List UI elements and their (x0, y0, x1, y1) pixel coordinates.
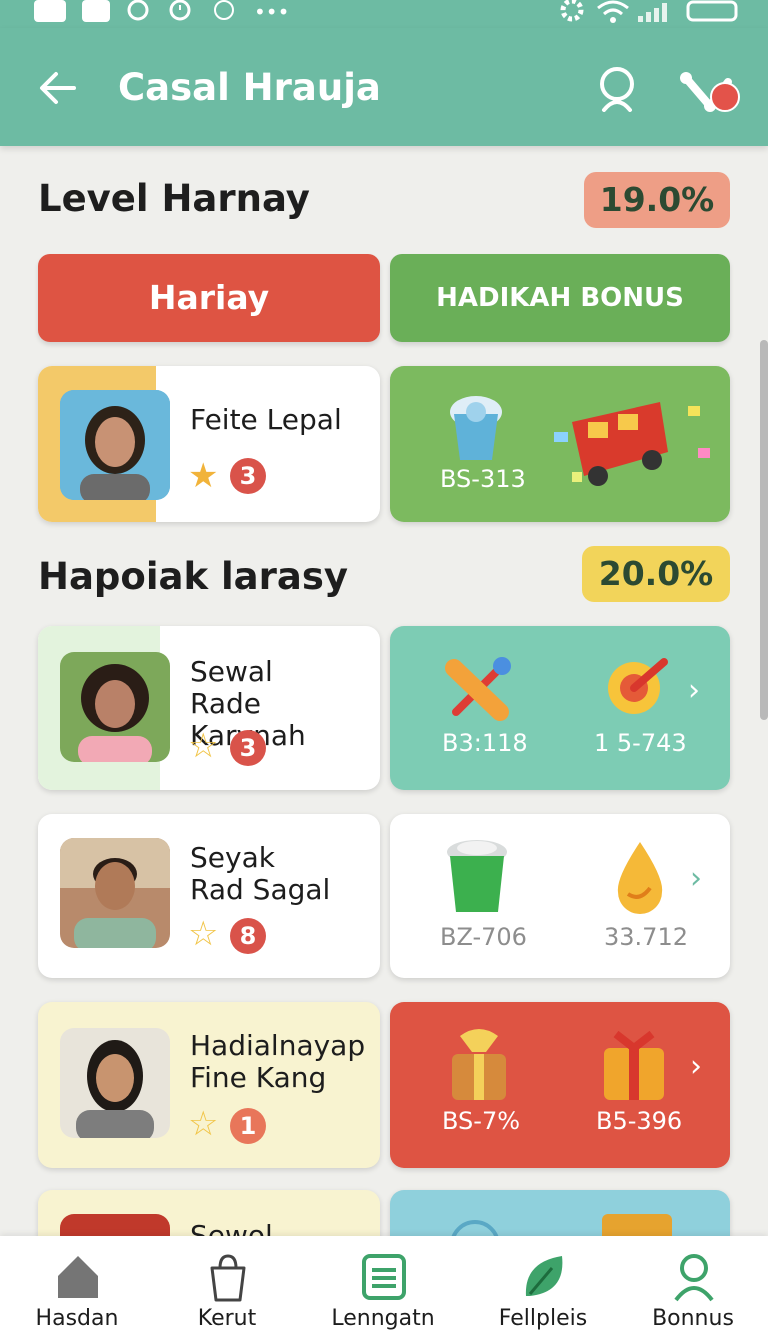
rank-badge: 1 (230, 1108, 266, 1144)
drop-icon (617, 842, 663, 914)
happy-percent-badge: 20.0% (582, 546, 730, 602)
reward-left-label: BZ-706 (440, 923, 527, 951)
search-icon[interactable] (594, 64, 640, 112)
gift-box-icon (452, 1029, 506, 1100)
nav-bonnus[interactable]: Bonnus (618, 1236, 768, 1344)
tab-bonus[interactable]: HADIKAH BONUS (390, 254, 730, 342)
nav-home[interactable]: Hasdan (2, 1236, 152, 1344)
reward-card[interactable]: B3:118 1 5-743 › (390, 626, 730, 790)
reward-card[interactable]: BZ-706 33.712 › (390, 814, 730, 978)
alarm-icon (169, 0, 191, 21)
nav-label: Hasdan (35, 1306, 119, 1331)
signal-icon (638, 3, 667, 22)
reward-right-label: 33.712 (604, 923, 688, 951)
home-icon (58, 1256, 98, 1298)
settings-gear-icon (560, 0, 584, 22)
star-icon: ☆ (188, 914, 219, 954)
list-item[interactable]: Hadialnayap Fine Kang ☆ 1 (38, 1002, 380, 1168)
player-name-line1: Hadialnayap (190, 1029, 366, 1062)
player-name-line1: Seyak (190, 841, 275, 874)
wifi-icon (597, 0, 629, 23)
reward-card[interactable]: BS-7% B5-396 › (390, 1002, 730, 1168)
nav-kerut[interactable]: Kerut (152, 1236, 302, 1344)
player-name: Feite Lepal (190, 403, 342, 436)
chevron-right-icon[interactable]: › (688, 674, 700, 708)
arrow-left-icon[interactable] (36, 66, 80, 110)
rank-badge: 3 (230, 458, 266, 494)
person-icon (674, 1254, 714, 1302)
nav-label: Lenngatn (331, 1306, 435, 1331)
star-icon: ☆ (188, 726, 219, 766)
bus-icon (554, 402, 710, 486)
reward-left-label: B3:118 (442, 729, 528, 757)
avatar (60, 838, 170, 948)
star-icon: ★ (188, 456, 219, 496)
bottom-nav: Hasdan Kerut Lenngatn Fellpleis Bonnus (0, 1236, 768, 1344)
target-icon (608, 658, 668, 714)
happy-section-title: Hapoiak larasy (38, 555, 348, 598)
avatar (60, 390, 170, 500)
page-title: Casal Hrauja (118, 66, 381, 109)
nav-label: Fellpleis (498, 1306, 588, 1331)
list-item[interactable]: Sewal Rade Karynah ☆ 3 (38, 626, 380, 790)
more-dots-icon: ••• (254, 0, 290, 24)
rank-badge: 8 (230, 918, 266, 954)
plus-box-icon (82, 0, 110, 22)
rank-badge: 3 (230, 730, 266, 766)
nav-label: Bonnus (652, 1306, 734, 1331)
star-icon: ☆ (188, 1104, 219, 1144)
tab-hariay[interactable]: Hariay (38, 254, 380, 342)
player-name-line2: Fine Kang (190, 1061, 327, 1094)
circle-icon (127, 0, 149, 21)
player-name-line2: Rade Karynah (190, 687, 306, 752)
bone-icon (445, 657, 511, 721)
avatar (60, 1028, 170, 1138)
cup-icon (450, 396, 502, 460)
gift-icon (604, 1030, 664, 1100)
avatar (60, 652, 170, 762)
nav-lenngatn[interactable]: Lenngatn (308, 1236, 458, 1344)
battery-icon (686, 0, 738, 22)
level-percent-badge: 19.0% (584, 172, 730, 228)
app-icon (34, 0, 66, 22)
player-name-line2: Rad Sagal (190, 873, 331, 906)
reward-right-label: B5-396 (596, 1107, 683, 1135)
nav-label: Kerut (197, 1306, 257, 1331)
reward-label: BS-313 (440, 465, 526, 493)
tab-bonus-label: HADIKAH BONUS (436, 283, 684, 313)
reward-left-label: BS-7% (442, 1107, 521, 1135)
leaf-icon (525, 1256, 563, 1296)
chevron-right-icon[interactable]: › (690, 1050, 702, 1084)
grid-list-icon (362, 1254, 406, 1300)
reward-right-label: 1 5-743 (594, 729, 687, 757)
player-name-line1: Sewal (190, 655, 273, 688)
chevron-right-icon[interactable]: › (690, 862, 702, 896)
notification-dot (710, 82, 740, 112)
list-item[interactable]: Seyak Rad Sagal ☆ 8 (38, 814, 380, 978)
nav-fellpleis[interactable]: Fellpleis (468, 1236, 618, 1344)
bag-icon (210, 1254, 246, 1302)
cup-icon (447, 840, 507, 912)
level-section-title: Level Harnay (38, 177, 310, 220)
circle-outline-icon (214, 0, 234, 20)
level-reward-card[interactable]: BS-313 (390, 366, 730, 522)
status-bar: ••• (0, 0, 768, 28)
app-bar: Casal Hrauja (0, 28, 768, 146)
scrollbar[interactable] (760, 340, 768, 720)
tab-hariay-label: Hariay (148, 278, 270, 317)
level-player-card[interactable]: Feite Lepal ★ 3 (38, 366, 380, 522)
